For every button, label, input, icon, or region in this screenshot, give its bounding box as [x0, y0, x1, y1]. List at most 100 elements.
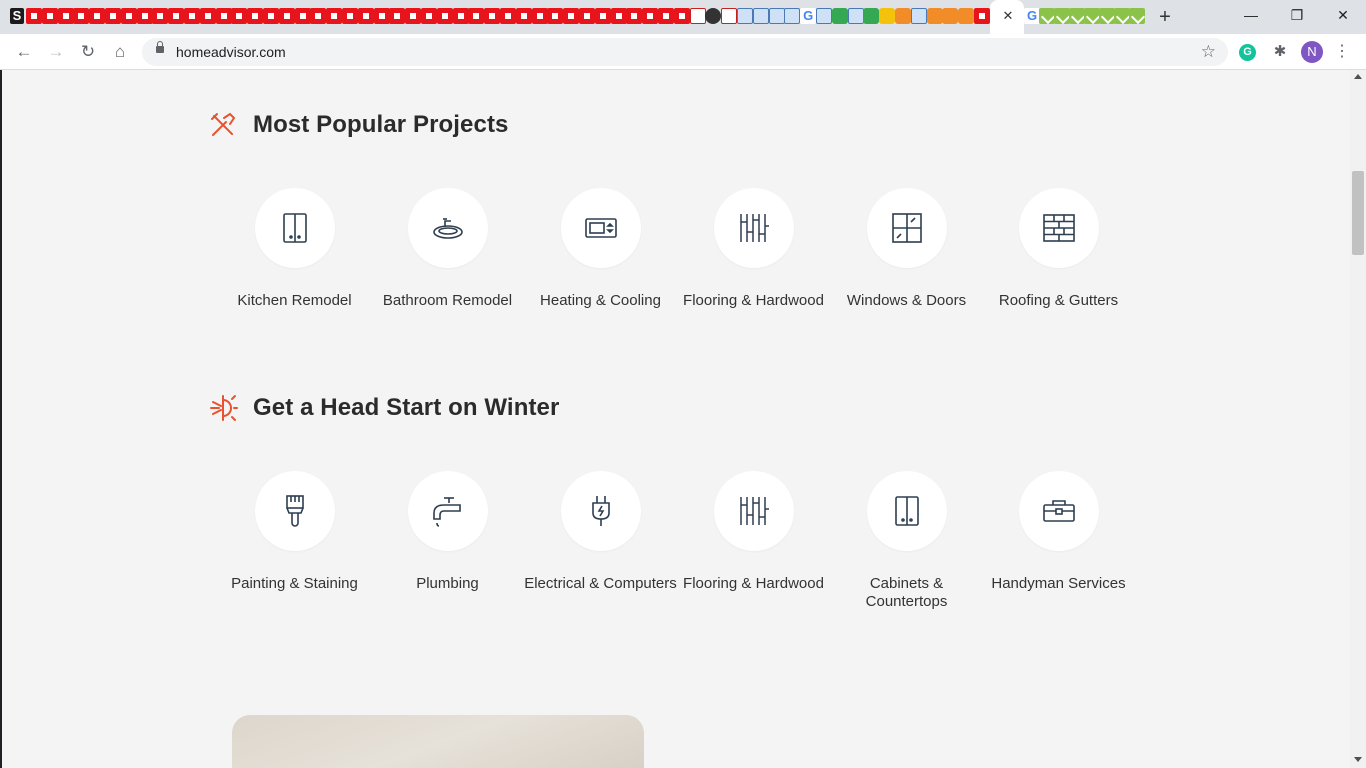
tab-favicon-icon[interactable] [895, 8, 911, 24]
project-tile-flooring-hardwood-2[interactable]: Flooring & Hardwood [677, 471, 830, 593]
forward-button[interactable]: → [44, 40, 68, 64]
tab-favicon-icon[interactable] [847, 8, 864, 24]
tab-favicon-icon[interactable] [247, 8, 264, 24]
tab-favicon-icon[interactable] [547, 8, 564, 24]
tab-favicon-icon[interactable] [452, 8, 469, 24]
tab-favicon-icon[interactable] [610, 8, 627, 24]
tile-label[interactable]: Bathroom Remodel [371, 292, 524, 310]
tab-favicon-icon[interactable] [689, 8, 706, 24]
tab-close-icon[interactable]: ✕ [1000, 8, 1016, 24]
project-tile-windows-doors[interactable]: Windows & Doors [830, 188, 983, 310]
minimize-button[interactable]: — [1228, 0, 1274, 30]
tab-favicon-icon[interactable] [1129, 8, 1145, 24]
scroll-down-arrow-icon[interactable] [1354, 757, 1362, 762]
tab-favicon-icon[interactable] [1039, 8, 1055, 24]
project-tile-kitchen-remodel[interactable]: Kitchen Remodel [218, 188, 371, 310]
tile-icon-circle[interactable] [254, 471, 335, 551]
tab-favicon-icon[interactable] [89, 8, 106, 24]
project-tile-painting-staining[interactable]: Painting & Staining [218, 471, 371, 593]
bookmark-star-icon[interactable]: ☆ [1201, 38, 1216, 66]
home-button[interactable]: ⌂ [108, 40, 132, 64]
back-button[interactable]: ← [12, 40, 36, 64]
tile-label[interactable]: Flooring & Hardwood [677, 575, 830, 593]
maximize-button[interactable]: ❐ [1274, 0, 1320, 30]
tab-favicon-icon[interactable] [579, 8, 595, 24]
tab-favicon-icon[interactable] [1099, 8, 1115, 24]
address-bar[interactable]: homeadvisor.com ☆ [142, 38, 1228, 66]
tab-favicon-icon[interactable]: G [1024, 8, 1040, 24]
tab-favicon-icon[interactable] [626, 8, 643, 24]
tab-favicon-icon[interactable] [184, 8, 200, 24]
tile-icon-circle[interactable] [560, 471, 641, 551]
tab-favicon-icon[interactable] [531, 8, 548, 24]
project-tile-flooring-hardwood[interactable]: Flooring & Hardwood [677, 188, 830, 310]
tab-favicon-icon[interactable] [958, 8, 975, 24]
tab-favicon-icon[interactable] [752, 8, 769, 24]
tab-favicon-icon[interactable] [73, 8, 90, 24]
tab-favicon-icon[interactable] [515, 8, 532, 24]
tab-favicon-icon[interactable] [563, 8, 580, 24]
scroll-up-arrow-icon[interactable] [1354, 74, 1362, 79]
extensions-puzzle-icon[interactable]: ✱ [1271, 43, 1289, 61]
tile-label[interactable]: Windows & Doors [830, 292, 983, 310]
project-tile-handyman-services[interactable]: Handyman Services [982, 471, 1135, 593]
tab-favicon-icon[interactable] [41, 8, 58, 24]
tile-icon-circle[interactable] [254, 188, 335, 268]
tab-favicon-icon[interactable] [768, 8, 785, 24]
tab-favicon-icon[interactable] [1054, 8, 1070, 24]
tile-icon-circle[interactable] [713, 471, 794, 551]
tab-favicon-icon[interactable] [294, 8, 311, 24]
tab-favicon-icon[interactable]: S [10, 8, 24, 24]
scroll-thumb[interactable] [1352, 171, 1364, 255]
active-tab[interactable]: ✕ [990, 0, 1024, 34]
tile-label[interactable]: Roofing & Gutters [982, 292, 1135, 310]
tab-favicon-icon[interactable] [326, 8, 343, 24]
tile-icon-circle[interactable] [866, 471, 947, 551]
lock-icon[interactable] [156, 41, 164, 53]
tile-icon-circle[interactable] [407, 188, 488, 268]
tab-favicon-icon[interactable] [373, 8, 390, 24]
tile-icon-circle[interactable] [866, 188, 947, 268]
profile-avatar[interactable]: N [1301, 41, 1323, 63]
project-tile-electrical-computers[interactable]: Electrical & Computers [524, 471, 677, 593]
tab-favicon-icon[interactable] [389, 8, 406, 24]
tab-favicon-icon[interactable] [1084, 8, 1100, 24]
new-tab-button[interactable]: + [1154, 6, 1176, 28]
reload-button[interactable]: ↻ [76, 40, 100, 64]
tile-icon-circle[interactable] [1018, 471, 1099, 551]
tab-favicon-icon[interactable] [405, 8, 422, 24]
project-tile-cabinets-countertops[interactable]: Cabinets & Countertops [830, 471, 983, 611]
tab-favicon-icon[interactable] [105, 8, 121, 24]
browser-menu-icon[interactable]: ⋮ [1334, 41, 1350, 63]
tab-favicon-icon[interactable] [658, 8, 674, 24]
tile-icon-circle[interactable] [407, 471, 488, 551]
tab-favicon-icon[interactable] [152, 8, 169, 24]
tab-favicon-icon[interactable] [310, 8, 327, 24]
tab-favicon-icon[interactable] [342, 8, 358, 24]
tab-favicon-icon[interactable] [737, 8, 753, 24]
tile-label[interactable]: Handyman Services [982, 575, 1135, 593]
tab-favicon-icon[interactable] [26, 8, 42, 24]
tab-favicon-icon[interactable] [831, 8, 848, 24]
tab-favicon-icon[interactable] [57, 8, 74, 24]
tab-favicon-icon[interactable] [942, 8, 959, 24]
tile-label[interactable]: Kitchen Remodel [218, 292, 371, 310]
tile-icon-circle[interactable] [713, 188, 794, 268]
tab-favicon-icon[interactable] [120, 8, 137, 24]
tab-favicon-icon[interactable] [468, 8, 485, 24]
tab-favicon-icon[interactable] [231, 8, 248, 24]
tab-favicon-icon[interactable] [278, 8, 295, 24]
tab-favicon-icon[interactable] [1114, 8, 1130, 24]
tab-favicon-icon[interactable] [436, 8, 453, 24]
tab-favicon-icon[interactable] [879, 8, 896, 24]
tab-favicon-icon[interactable] [136, 8, 153, 24]
tab-favicon-icon[interactable] [421, 8, 437, 24]
tab-favicon-icon[interactable] [484, 8, 501, 24]
project-tile-roofing-gutters[interactable]: Roofing & Gutters [982, 188, 1135, 310]
tab-favicon-icon[interactable] [673, 8, 690, 24]
tile-icon-circle[interactable] [560, 188, 641, 268]
tab-favicon-icon[interactable] [263, 8, 279, 24]
tab-favicon-icon[interactable] [1069, 8, 1085, 24]
tab-favicon-icon[interactable] [816, 8, 832, 24]
tab-favicon-icon[interactable] [215, 8, 232, 24]
